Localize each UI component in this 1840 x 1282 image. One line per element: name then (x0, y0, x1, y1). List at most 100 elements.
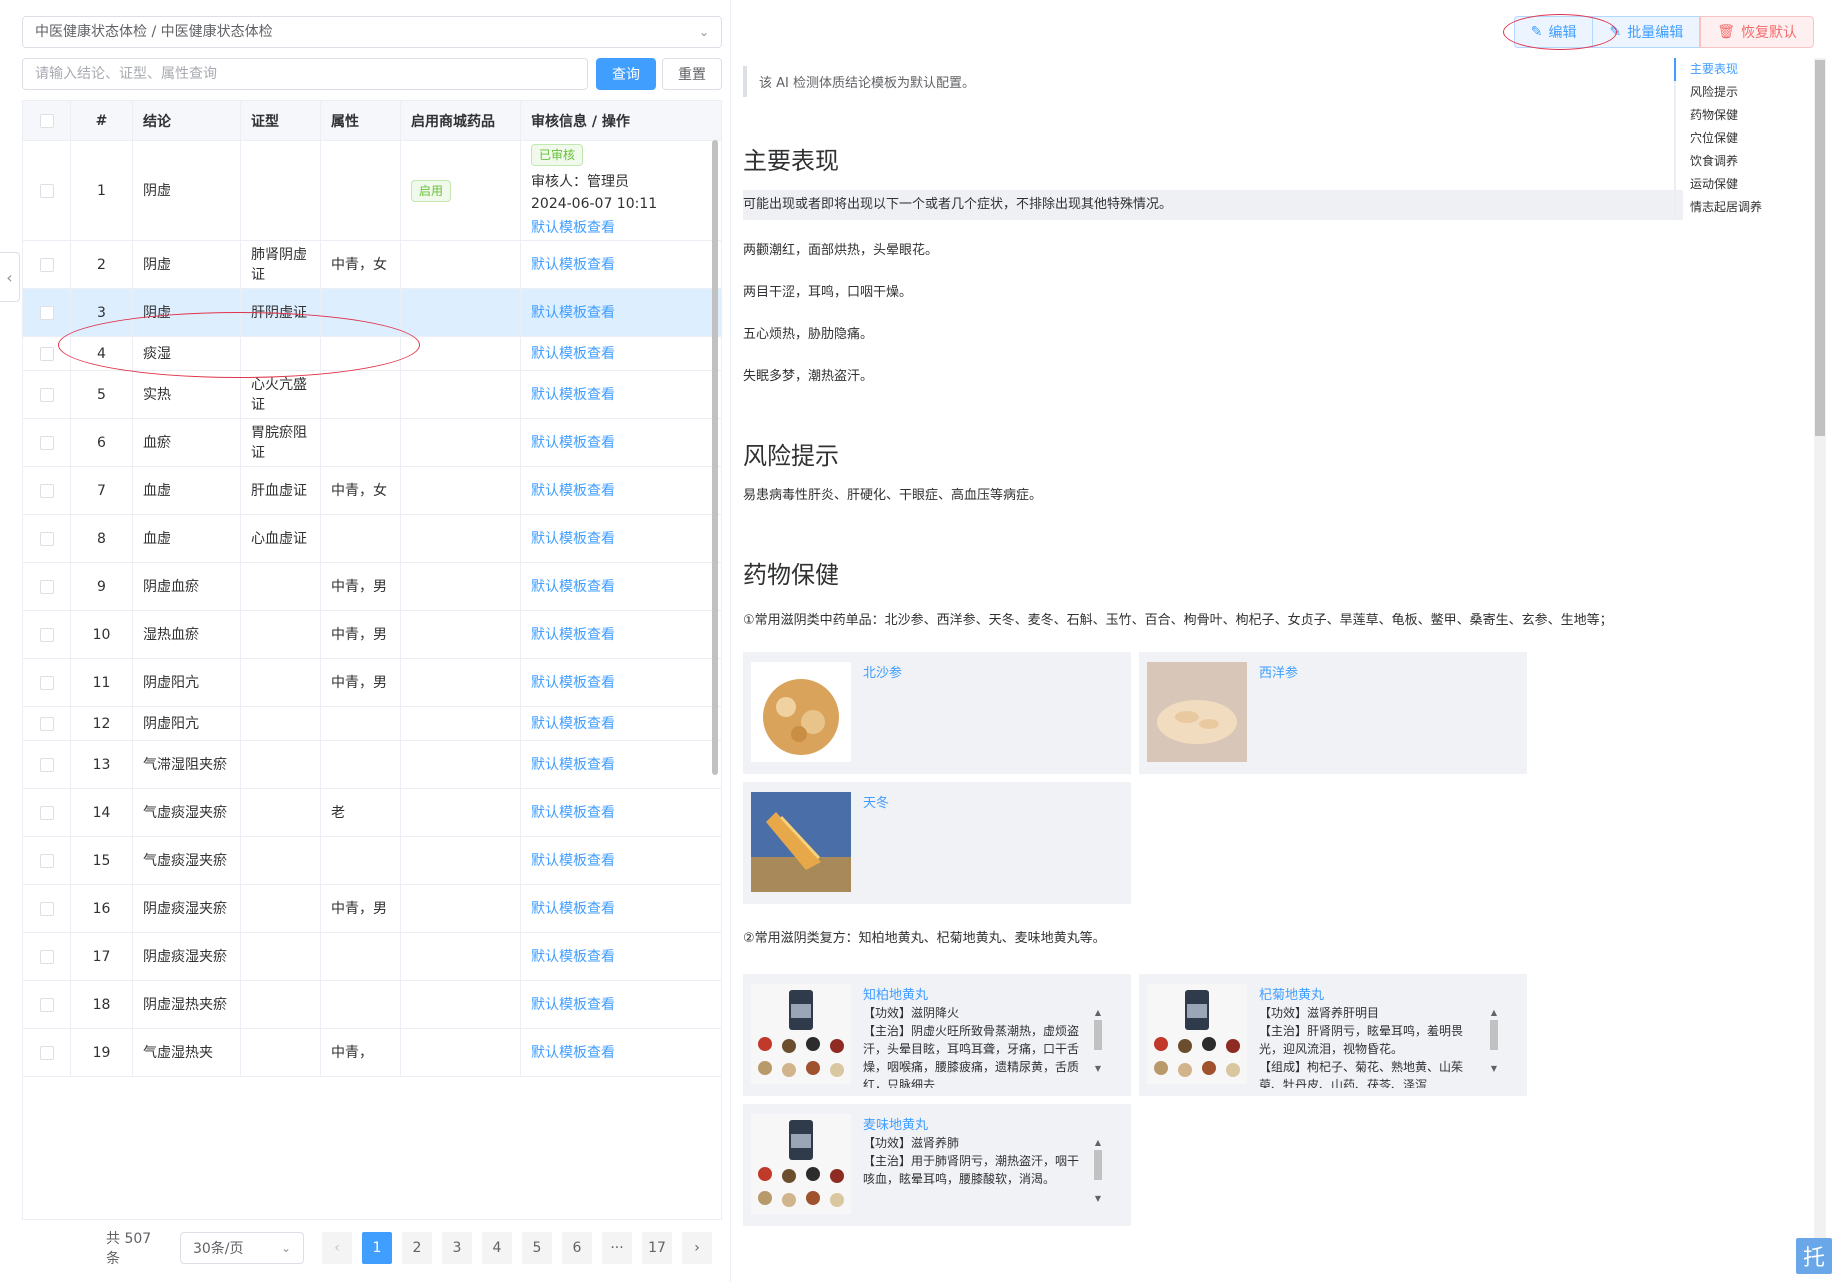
view-template-link[interactable]: 默认模板查看 (531, 218, 615, 238)
restore-default-button[interactable]: 🗑 恢复默认 (1700, 16, 1814, 48)
page-2[interactable]: 2 (402, 1232, 432, 1264)
row-checkbox[interactable] (39, 627, 54, 642)
table-row[interactable]: 4 痰湿 默认模板查看 (23, 337, 721, 371)
content-scroll-thumb[interactable] (1815, 60, 1825, 436)
table-row[interactable]: 10 湿热血瘀 中青，男 默认模板查看 (23, 611, 721, 659)
row-checkbox[interactable] (39, 757, 54, 772)
table-row[interactable]: 11 阴虚阳亢 中青，男 默认模板查看 (23, 659, 721, 707)
row-checkbox[interactable] (39, 997, 54, 1012)
formula-scrollbar[interactable]: ▲ ▼ (1093, 1008, 1103, 1073)
view-template-link[interactable]: 默认模板查看 (531, 303, 615, 323)
table-row[interactable]: 2 阴虚 肺肾阴虚证 中青，女 默认模板查看 (23, 241, 721, 289)
row-checkbox[interactable] (39, 183, 54, 198)
herb-name[interactable]: 天冬 (863, 792, 889, 811)
table-row[interactable]: 16 阴虚痰湿夹瘀 中青，男 默认模板查看 (23, 885, 721, 933)
prev-page-button[interactable]: ‹ (322, 1232, 352, 1264)
scroll-thumb[interactable] (1094, 1150, 1102, 1180)
table-row[interactable]: 15 气虚痰湿夹瘀 默认模板查看 (23, 837, 721, 885)
page-17[interactable]: 17 (642, 1232, 672, 1264)
table-row[interactable]: 7 血虚 肝血虚证 中青，女 默认模板查看 (23, 467, 721, 515)
corner-float-button[interactable]: 托 (1796, 1238, 1832, 1274)
query-button[interactable]: 查询 (596, 58, 656, 90)
row-checkbox[interactable] (39, 531, 54, 546)
batch-edit-button[interactable]: ✎ 批量编辑 (1593, 16, 1701, 48)
view-template-link[interactable]: 默认模板查看 (531, 803, 615, 823)
row-checkbox[interactable] (39, 305, 54, 320)
view-template-link[interactable]: 默认模板查看 (531, 481, 615, 501)
view-template-link[interactable]: 默认模板查看 (531, 714, 615, 734)
herb-name[interactable]: 北沙参 (863, 662, 902, 681)
row-checkbox[interactable] (39, 1045, 54, 1060)
table-row[interactable]: 12 阴虚阳亢 默认模板查看 (23, 707, 721, 741)
toc-item[interactable]: 情志起居调养 (1676, 196, 1814, 219)
scroll-thumb[interactable] (1094, 1020, 1102, 1050)
view-template-link[interactable]: 默认模板查看 (531, 1043, 615, 1063)
view-template-link[interactable]: 默认模板查看 (531, 433, 615, 453)
table-row[interactable]: 14 气虚痰湿夹瘀 老 默认模板查看 (23, 789, 721, 837)
row-checkbox[interactable] (39, 257, 54, 272)
table-row[interactable]: 6 血瘀 胃脘瘀阻证 默认模板查看 (23, 419, 721, 467)
table-scrollbar[interactable] (712, 140, 718, 775)
page-1[interactable]: 1 (362, 1232, 392, 1264)
formula-name[interactable]: 麦味地黄丸 (863, 1114, 928, 1133)
view-template-link[interactable]: 默认模板查看 (531, 673, 615, 693)
view-template-link[interactable]: 默认模板查看 (531, 344, 615, 364)
page-6[interactable]: 6 (562, 1232, 592, 1264)
formula-card[interactable]: 麦味地黄丸 【功效】滋肾养肺 【主治】用于肺肾阴亏，潮热盗汗，咽干咳血，眩晕耳鸣，… (743, 1104, 1131, 1226)
view-template-link[interactable]: 默认模板查看 (531, 755, 615, 775)
scroll-down-icon[interactable]: ▼ (1489, 1064, 1499, 1074)
edit-button[interactable]: ✎ 编辑 (1513, 16, 1594, 48)
herb-card[interactable]: 北沙参 (743, 652, 1131, 774)
table-row[interactable]: 17 阴虚痰湿夹瘀 默认模板查看 (23, 933, 721, 981)
row-checkbox[interactable] (39, 901, 54, 916)
table-row[interactable]: 1 阴虚 启用 已审核 审核人：管理员 2024-06-07 10:11 默认模板查看 (23, 141, 721, 241)
row-checkbox[interactable] (39, 949, 54, 964)
search-input[interactable] (22, 58, 588, 90)
formula-card[interactable]: 杞菊地黄丸 【功效】滋肾养肝明目 【主治】肝肾阴亏，眩晕耳鸣，羞明畏光，迎风流泪，… (1139, 974, 1527, 1096)
scroll-up-icon[interactable]: ▲ (1489, 1008, 1499, 1018)
row-checkbox[interactable] (39, 716, 54, 731)
more-pages[interactable]: ··· (602, 1232, 632, 1264)
row-checkbox[interactable] (39, 579, 54, 594)
view-template-link[interactable]: 默认模板查看 (531, 255, 615, 275)
herb-card[interactable]: 西洋参 (1139, 652, 1527, 774)
toc-item[interactable]: 饮食调养 (1676, 150, 1814, 173)
view-template-link[interactable]: 默认模板查看 (531, 899, 615, 919)
row-checkbox[interactable] (39, 435, 54, 450)
table-row[interactable]: 9 阴虚血瘀 中青，男 默认模板查看 (23, 563, 721, 611)
view-template-link[interactable]: 默认模板查看 (531, 995, 615, 1015)
view-template-link[interactable]: 默认模板查看 (531, 947, 615, 967)
formula-card[interactable]: 知柏地黄丸 【功效】滋阴降火 【主治】阴虚火旺所致骨蒸潮热，虚烦盗汗，头晕目眩，耳… (743, 974, 1131, 1096)
select-all-checkbox[interactable] (39, 113, 54, 128)
table-row[interactable]: 8 血虚 心血虚证 默认模板查看 (23, 515, 721, 563)
row-checkbox[interactable] (39, 483, 54, 498)
table-row[interactable]: 3 阴虚 肝阴虚证 默认模板查看 (23, 289, 721, 337)
next-page-button[interactable]: › (682, 1232, 712, 1264)
table-row[interactable]: 18 阴虚湿热夹瘀 默认模板查看 (23, 981, 721, 1029)
view-template-link[interactable]: 默认模板查看 (531, 851, 615, 871)
toc-item[interactable]: 穴位保健 (1676, 127, 1814, 150)
formula-scrollbar[interactable]: ▲ ▼ (1093, 1138, 1103, 1203)
category-cascader[interactable]: 中医健康状态体检 / 中医健康状态体检 ⌄ (22, 16, 722, 48)
view-template-link[interactable]: 默认模板查看 (531, 577, 615, 597)
row-checkbox[interactable] (39, 805, 54, 820)
collapse-toggle[interactable]: ‹ (0, 252, 20, 302)
page-3[interactable]: 3 (442, 1232, 472, 1264)
row-checkbox[interactable] (39, 675, 54, 690)
view-template-link[interactable]: 默认模板查看 (531, 529, 615, 549)
scroll-up-icon[interactable]: ▲ (1093, 1138, 1103, 1148)
page-4[interactable]: 4 (482, 1232, 512, 1264)
row-checkbox[interactable] (39, 387, 54, 402)
row-checkbox[interactable] (39, 346, 54, 361)
page-size-select[interactable]: 30条/页 ⌄ (179, 1232, 304, 1264)
herb-card[interactable]: 天冬 (743, 782, 1131, 904)
view-template-link[interactable]: 默认模板查看 (531, 385, 615, 405)
table-row[interactable]: 13 气滞湿阻夹瘀 默认模板查看 (23, 741, 721, 789)
toc-item[interactable]: 风险提示 (1676, 81, 1814, 104)
herb-name[interactable]: 西洋参 (1259, 662, 1298, 681)
scroll-thumb[interactable] (1490, 1020, 1498, 1050)
table-row[interactable]: 19 气虚湿热夹 中青， 默认模板查看 (23, 1029, 721, 1077)
view-template-link[interactable]: 默认模板查看 (531, 625, 615, 645)
toc-item[interactable]: 运动保健 (1676, 173, 1814, 196)
formula-name[interactable]: 杞菊地黄丸 (1259, 984, 1324, 1003)
